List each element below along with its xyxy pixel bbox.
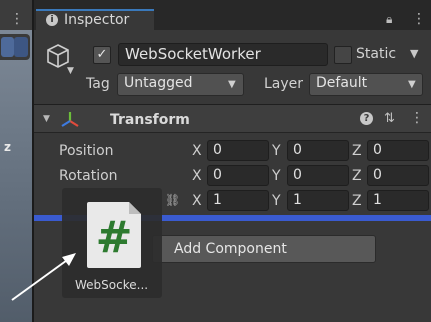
static-dropdown-icon[interactable]: ▼ bbox=[410, 47, 418, 60]
tag-dropdown[interactable]: Untagged bbox=[117, 73, 244, 96]
static-label: Static bbox=[356, 46, 397, 62]
scale-x-field[interactable]: 1 bbox=[207, 190, 269, 211]
rotation-y-label[interactable]: Y bbox=[272, 168, 281, 184]
position-x-field[interactable]: 0 bbox=[207, 140, 269, 161]
presets-icon[interactable]: ⇅ bbox=[384, 111, 395, 126]
lock-icon[interactable]: 🔒︎ bbox=[386, 12, 392, 27]
rotation-z-label[interactable]: Z bbox=[352, 168, 362, 184]
chevron-down-icon: ▼ bbox=[408, 79, 416, 90]
layer-label: Layer bbox=[264, 76, 304, 92]
add-component-label: Add Component bbox=[174, 241, 287, 257]
help-icon[interactable]: ? bbox=[360, 112, 373, 125]
scene-axis-label: z bbox=[4, 140, 11, 154]
rotation-z-field[interactable]: 0 bbox=[367, 165, 429, 186]
gizmo-dropdown-icon[interactable] bbox=[14, 37, 28, 57]
foldout-arrow-icon[interactable]: ▼ bbox=[43, 114, 50, 124]
component-menu-icon[interactable]: ⋮ bbox=[410, 110, 424, 126]
rotation-x-field[interactable]: 0 bbox=[207, 165, 269, 186]
rotation-label: Rotation bbox=[59, 168, 118, 184]
gizmo-icon[interactable] bbox=[1, 37, 14, 57]
scale-y-label[interactable]: Y bbox=[272, 193, 281, 209]
layer-dropdown[interactable]: Default bbox=[309, 73, 423, 96]
active-checkbox[interactable]: ✓ bbox=[93, 46, 111, 64]
scale-z-field[interactable]: 1 bbox=[367, 190, 429, 211]
position-label: Position bbox=[59, 143, 114, 159]
position-z-field[interactable]: 0 bbox=[367, 140, 429, 161]
chevron-down-icon: ▼ bbox=[228, 79, 236, 90]
transform-axes-icon bbox=[61, 112, 79, 127]
gameobject-name-field[interactable]: WebSocketWorker bbox=[118, 43, 328, 66]
scale-x-label[interactable]: X bbox=[192, 193, 202, 209]
tag-label: Tag bbox=[86, 76, 110, 92]
position-y-field[interactable]: 0 bbox=[287, 140, 349, 161]
rotation-y-field[interactable]: 0 bbox=[287, 165, 349, 186]
info-icon: i bbox=[46, 14, 58, 26]
scale-z-label[interactable]: Z bbox=[352, 193, 362, 209]
position-y-label[interactable]: Y bbox=[272, 143, 281, 159]
position-z-label[interactable]: Z bbox=[352, 143, 362, 159]
component-title: Transform bbox=[110, 112, 190, 128]
rotation-x-label[interactable]: X bbox=[192, 168, 202, 184]
csharp-script-icon: # bbox=[87, 202, 141, 268]
static-checkbox[interactable] bbox=[334, 46, 352, 64]
script-glyph: # bbox=[96, 212, 133, 263]
scale-y-field[interactable]: 1 bbox=[287, 190, 349, 211]
scene-menu-icon[interactable]: ⋮ bbox=[10, 11, 24, 27]
annotation-arrow-icon bbox=[11, 253, 76, 301]
icon-dropdown-icon[interactable]: ▼ bbox=[67, 66, 74, 76]
position-x-label[interactable]: X bbox=[192, 143, 202, 159]
link-icon[interactable]: ⛓ bbox=[165, 193, 180, 207]
tab-inspector-label: Inspector bbox=[64, 12, 130, 28]
tab-menu-icon[interactable]: ⋮ bbox=[412, 11, 426, 27]
